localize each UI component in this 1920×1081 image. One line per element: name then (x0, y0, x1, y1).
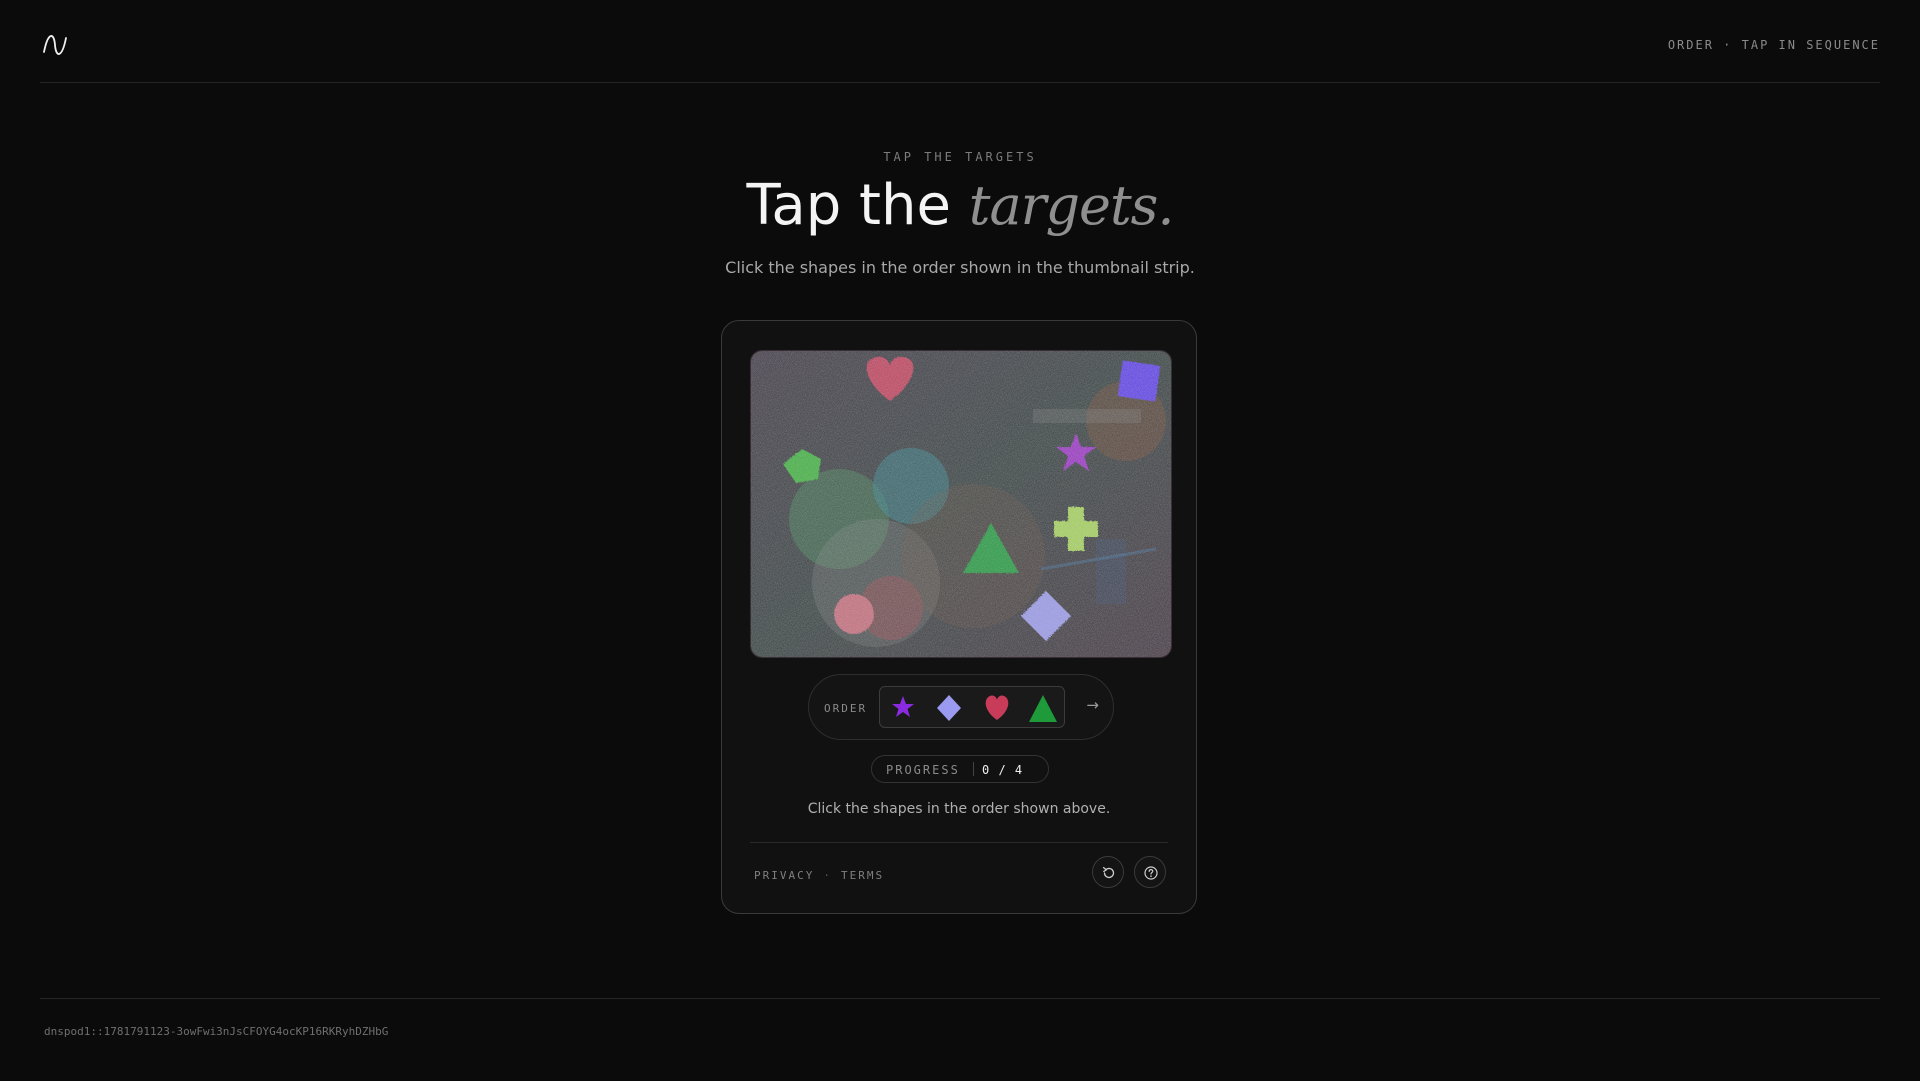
captcha-card: ORDER → PROGRESS 0 / 4 Click the shapes … (721, 320, 1197, 914)
help-icon (1144, 866, 1158, 880)
eyebrow: TAP THE TARGETS (883, 150, 1037, 164)
thumbnail-strip (879, 686, 1065, 728)
progress-pill: PROGRESS 0 / 4 (871, 755, 1049, 783)
mode-label: ORDER · TAP IN SEQUENCE (1667, 38, 1880, 52)
instruction-hint: Click the shapes in the order shown abov… (807, 801, 1111, 817)
captcha-canvas[interactable] (750, 350, 1172, 658)
reload-button[interactable] (1092, 856, 1124, 888)
progress-label: PROGRESS (886, 763, 960, 777)
progress-value: 0 / 4 (982, 763, 1024, 777)
arrow-right-icon: → (1086, 696, 1099, 714)
privacy-link[interactable]: PRIVACY (754, 869, 814, 882)
triangle-icon (1029, 695, 1057, 722)
reload-icon (1102, 866, 1115, 879)
order-strip: ORDER → (808, 674, 1114, 740)
captcha-shapes-canvas[interactable] (751, 351, 1171, 657)
star-icon (892, 696, 914, 717)
diamond-icon (937, 695, 961, 721)
wave-logo-icon (43, 35, 67, 55)
terms-link[interactable]: TERMS (841, 869, 884, 882)
title-plain: Tap the (746, 173, 969, 238)
heart-icon (985, 695, 1009, 720)
title-emphasis: targets. (968, 174, 1175, 237)
progress-separator (973, 762, 974, 776)
page-subtitle: Click the shapes in the order shown in t… (725, 258, 1195, 277)
hero: TAP THE TARGETS Tap the targets. Click t… (0, 150, 1920, 277)
bottom-bar: dnspod1::1781791123-3owFwi3nJsCFOYG4ocKP… (40, 998, 1880, 1081)
footer-links: PRIVACY · TERMS (754, 869, 884, 882)
top-bar: ORDER · TAP IN SEQUENCE (40, 0, 1880, 83)
link-separator: · (823, 869, 832, 882)
card-footer: PRIVACY · TERMS (750, 842, 1168, 915)
sitekey-text: dnspod1::1781791123-3owFwi3nJsCFOYG4ocKP… (44, 1025, 389, 1038)
help-button[interactable] (1134, 856, 1166, 888)
order-label: ORDER (824, 702, 868, 715)
page-title: Tap the targets. (0, 178, 1920, 234)
